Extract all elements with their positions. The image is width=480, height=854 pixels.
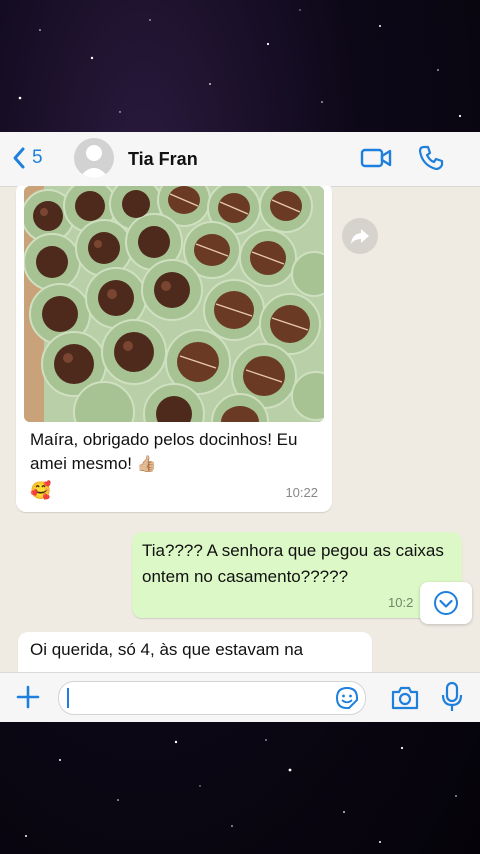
camera-icon <box>391 686 419 710</box>
scroll-to-bottom-button[interactable] <box>420 582 472 624</box>
microphone-button[interactable] <box>441 681 463 718</box>
attach-button[interactable] <box>14 683 42 716</box>
chevron-left-icon <box>13 147 25 169</box>
message-input-bar <box>0 672 480 722</box>
back-button[interactable]: 5 <box>12 146 43 170</box>
incoming-message-time: 10:22 <box>285 485 318 500</box>
chocolate-sweets-image <box>24 186 324 422</box>
sweets-photo[interactable] <box>24 186 324 422</box>
incoming-message-text: Maíra, obrigado pelos docinhos! Eu amei … <box>30 428 310 503</box>
forward-icon <box>351 229 369 244</box>
thumbs-up-emoji-icon: 👍🏼 <box>136 456 157 473</box>
video-call-button[interactable] <box>360 146 392 175</box>
smiling-hearts-emoji-icon: 🥰 <box>30 481 52 500</box>
text-cursor <box>67 688 69 708</box>
whatsapp-chat-screen: 5 Tia Fran Maíra, obrigado pelos docinho… <box>0 132 480 722</box>
person-icon <box>79 145 109 178</box>
video-camera-icon <box>360 148 392 168</box>
chat-header: 5 Tia Fran <box>0 132 480 187</box>
message-list[interactable]: Maíra, obrigado pelos docinhos! Eu amei … <box>0 186 480 682</box>
voice-call-button[interactable] <box>418 145 444 176</box>
incoming-message-photo[interactable]: Maíra, obrigado pelos docinhos! Eu amei … <box>16 186 332 512</box>
outgoing-message[interactable]: Tia???? A senhora que pegou as caixas on… <box>132 532 462 618</box>
outgoing-message-time: 10:2 <box>388 595 414 610</box>
chevron-down-icon <box>434 591 458 615</box>
contact-name[interactable]: Tia Fran <box>128 149 198 170</box>
incoming-message-2-text: Oi querida, só 4, às que estavam na <box>30 640 304 659</box>
message-input[interactable] <box>58 681 366 715</box>
plus-icon <box>16 685 40 709</box>
microphone-icon <box>441 681 463 711</box>
sticker-icon <box>335 686 358 709</box>
forward-button[interactable] <box>342 218 378 254</box>
camera-button[interactable] <box>390 685 420 716</box>
outgoing-message-text: Tia???? A senhora que pegou as caixas on… <box>142 541 444 586</box>
phone-icon <box>418 145 444 171</box>
avatar[interactable] <box>74 138 114 178</box>
incoming-message-body: Maíra, obrigado pelos docinhos! Eu amei … <box>30 430 298 473</box>
sticker-button[interactable] <box>334 685 360 716</box>
unread-count: 5 <box>32 147 43 168</box>
